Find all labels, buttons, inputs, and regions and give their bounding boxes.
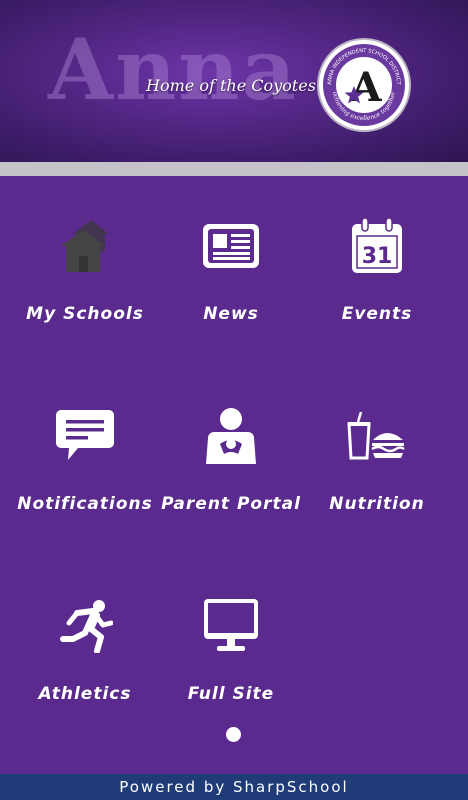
menu-label: Full Site <box>187 684 275 704</box>
menu-label: Parent Portal <box>161 494 301 514</box>
powered-by-text: Powered by SharpSchool <box>119 778 349 796</box>
district-watermark: Anna <box>48 20 298 119</box>
menu-news[interactable]: News <box>156 176 306 326</box>
district-seal-logo: ANNA INDEPENDENT SCHOOL DISTRICT achievi… <box>317 38 411 132</box>
footer: Powered by SharpSchool <box>0 774 468 800</box>
header-banner: Anna Home of the Coyotes ANNA INDEPENDEN… <box>0 0 468 162</box>
house-icon <box>55 216 115 276</box>
menu-label: Events <box>341 304 413 324</box>
menu-full-site[interactable]: Full Site <box>156 556 306 706</box>
menu-parent-portal[interactable]: Parent Portal <box>156 366 306 516</box>
newspaper-icon <box>201 216 261 276</box>
tagline: Home of the Coyotes <box>146 76 316 95</box>
svg-text:31: 31 <box>362 244 393 269</box>
page-indicator-dot[interactable] <box>226 727 241 742</box>
menu-label: Athletics <box>38 684 132 704</box>
menu-label: My Schools <box>26 304 144 324</box>
food-icon <box>347 406 407 466</box>
menu-label: Notifications <box>17 494 153 514</box>
menu-notifications[interactable]: Notifications <box>10 366 160 516</box>
menu-athletics[interactable]: Athletics <box>10 556 160 706</box>
parent-icon <box>201 406 261 466</box>
header-divider <box>0 162 468 176</box>
menu-label: Nutrition <box>329 494 425 514</box>
menu-label: News <box>203 304 259 324</box>
calendar-icon: 31 <box>347 216 407 276</box>
monitor-icon <box>201 596 261 656</box>
chat-bubble-icon <box>55 406 115 466</box>
menu-my-schools[interactable]: My Schools <box>10 176 160 326</box>
menu-events[interactable]: 31 Events <box>302 176 452 326</box>
menu-nutrition[interactable]: Nutrition <box>302 366 452 516</box>
runner-icon <box>55 596 115 656</box>
